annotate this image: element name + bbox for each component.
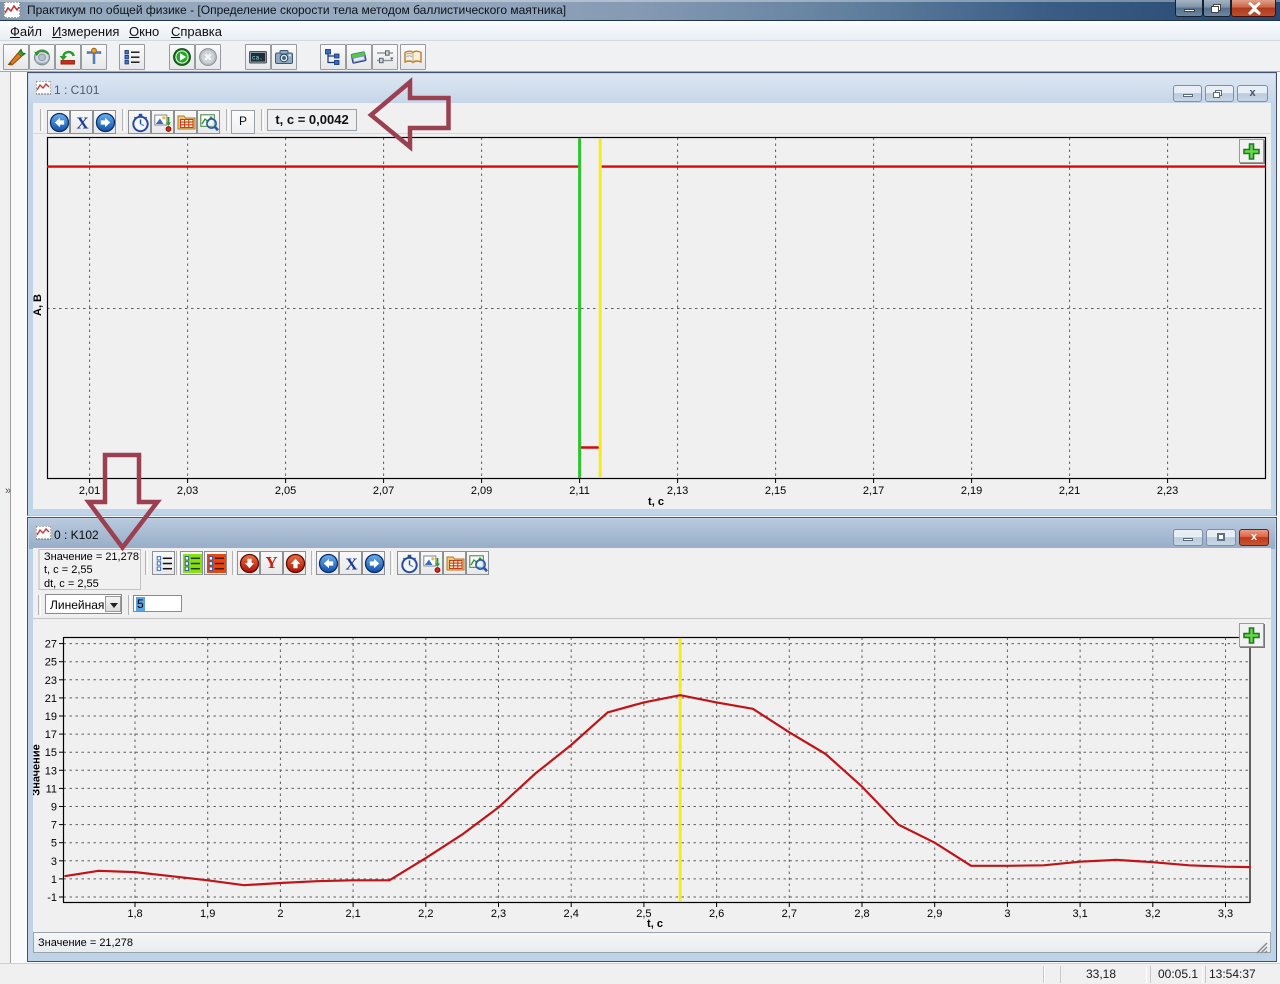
svg-text:2,8: 2,8 — [854, 908, 869, 920]
svg-text:A, B: A, B — [33, 294, 44, 316]
svg-text:-1: -1 — [47, 892, 57, 904]
svg-text:2,07: 2,07 — [373, 485, 394, 497]
svg-text:2,1: 2,1 — [345, 908, 360, 920]
svg-text:2,3: 2,3 — [491, 908, 506, 920]
svg-text:X: X — [345, 555, 358, 574]
svg-text:17: 17 — [45, 729, 57, 741]
svg-text:21: 21 — [45, 693, 57, 705]
svg-text:11: 11 — [46, 783, 57, 795]
svg-text:3,2: 3,2 — [1145, 908, 1160, 920]
svg-text:2,15: 2,15 — [765, 485, 786, 497]
svg-text:2,4: 2,4 — [564, 908, 579, 920]
svg-text:Значение: Значение — [33, 744, 43, 795]
svg-text:2,03: 2,03 — [177, 485, 198, 497]
svg-text:25: 25 — [45, 657, 57, 669]
svg-text:ca.: ca. — [252, 55, 263, 62]
svg-text:27: 27 — [45, 639, 57, 651]
svg-text:2,7: 2,7 — [782, 908, 797, 920]
svg-text:2,2: 2,2 — [418, 908, 433, 920]
svg-text:2,23: 2,23 — [1157, 485, 1178, 497]
svg-text:3: 3 — [51, 856, 57, 868]
svg-text:2,09: 2,09 — [471, 485, 492, 497]
svg-text:1: 1 — [51, 874, 57, 886]
svg-text:5: 5 — [51, 838, 57, 850]
svg-text:2: 2 — [277, 908, 283, 920]
svg-text:2,01: 2,01 — [79, 485, 100, 497]
svg-text:9: 9 — [51, 802, 57, 814]
svg-text:1,8: 1,8 — [127, 908, 142, 920]
svg-text:3: 3 — [1004, 908, 1010, 920]
svg-text:15: 15 — [45, 747, 57, 759]
svg-text:2,9: 2,9 — [927, 908, 942, 920]
svg-text:t, c: t, c — [647, 918, 663, 930]
svg-text:2,19: 2,19 — [961, 485, 982, 497]
svg-text:7: 7 — [51, 820, 57, 832]
svg-text:3,3: 3,3 — [1218, 908, 1233, 920]
svg-text:3,1: 3,1 — [1072, 908, 1087, 920]
svg-text:2,05: 2,05 — [275, 485, 296, 497]
svg-text:2,17: 2,17 — [863, 485, 884, 497]
svg-text:23: 23 — [45, 675, 57, 687]
svg-text:2,21: 2,21 — [1059, 485, 1080, 497]
svg-text:2,11: 2,11 — [569, 485, 590, 497]
svg-text:19: 19 — [45, 711, 57, 723]
svg-text:1,9: 1,9 — [200, 908, 215, 920]
svg-text:2,13: 2,13 — [667, 485, 688, 497]
svg-text:t, c: t, c — [648, 496, 664, 508]
svg-text:X: X — [76, 114, 89, 133]
svg-text:13: 13 — [45, 765, 57, 777]
svg-text:2,6: 2,6 — [709, 908, 724, 920]
